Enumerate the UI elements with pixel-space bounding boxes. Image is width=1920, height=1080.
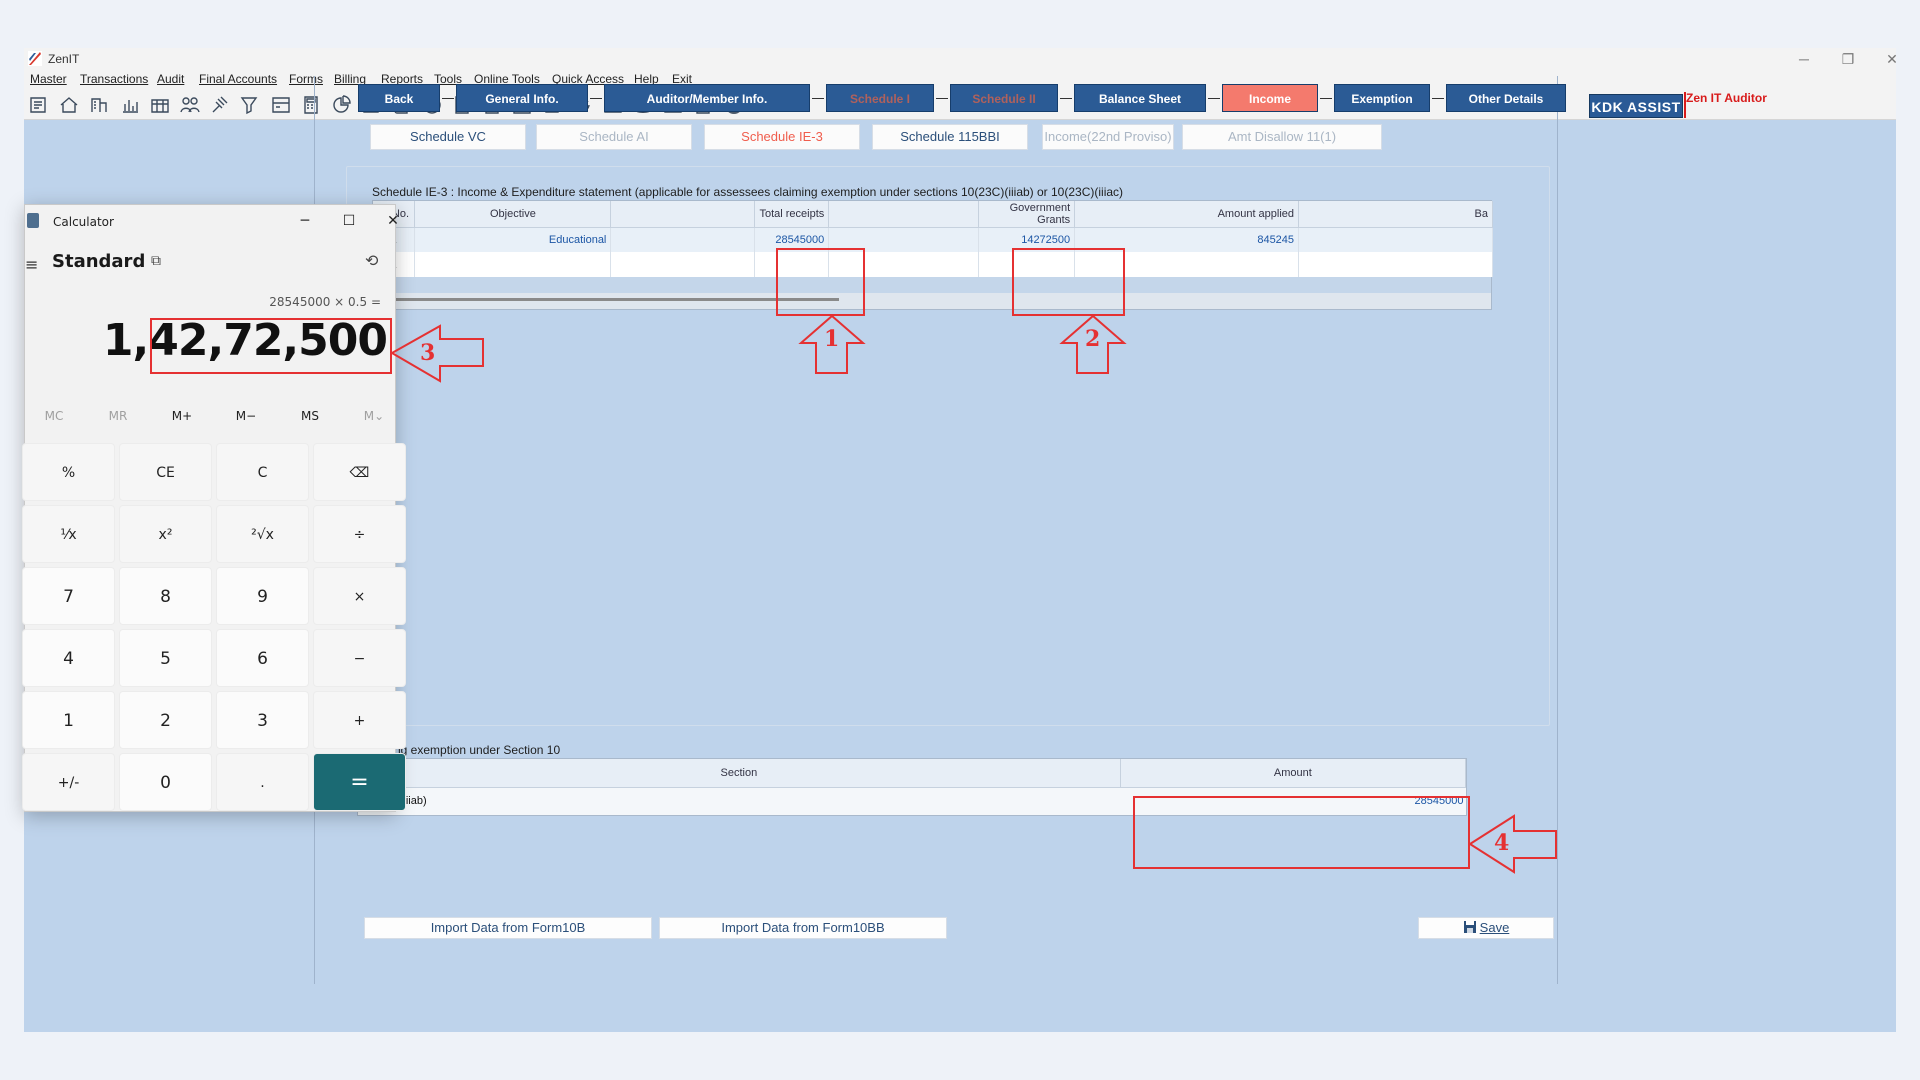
annotation-number-2: 2 (1085, 326, 1101, 352)
annotation-number-1: 1 (824, 326, 840, 352)
annotation-arrows (389, 314, 1557, 874)
annotation-number-3: 3 (420, 340, 436, 366)
annotation-number-4: 4 (1494, 830, 1510, 856)
arrow-left-3 (389, 324, 484, 383)
arrow-left-4 (1468, 814, 1557, 874)
